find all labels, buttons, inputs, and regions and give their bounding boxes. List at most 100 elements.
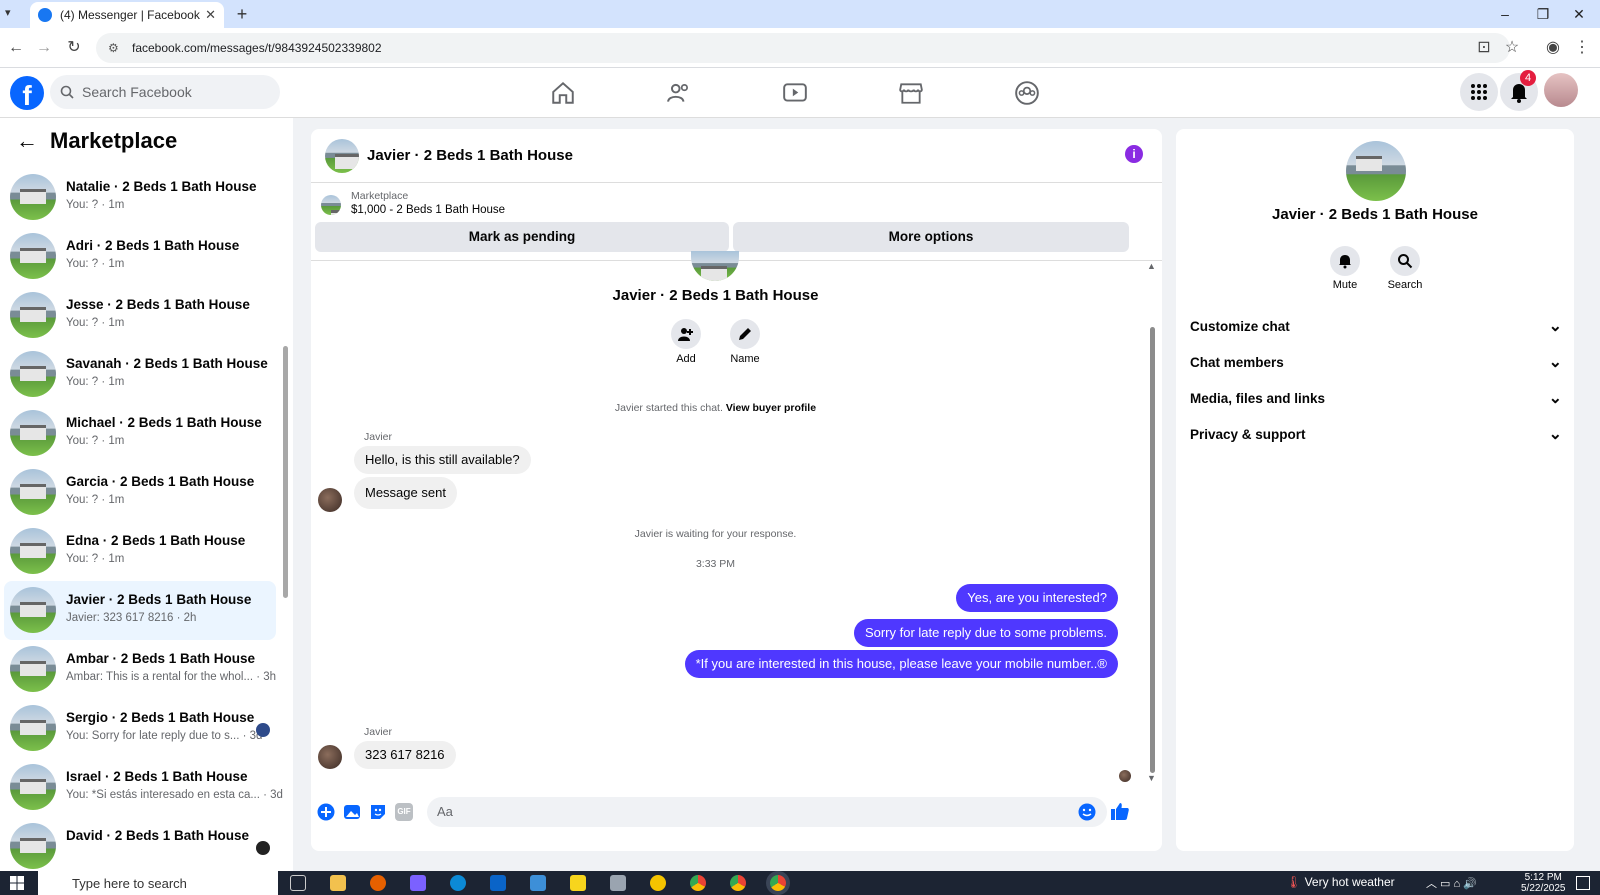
search-facebook-input[interactable]: Search Facebook [50, 75, 280, 109]
thumbs-up-icon[interactable] [1110, 801, 1130, 821]
edit-name-button[interactable] [730, 319, 760, 349]
scroll-up-icon[interactable]: ▲ [1147, 261, 1156, 271]
back-icon[interactable]: ← [6, 38, 26, 58]
conversation-item[interactable]: Jesse · 2 Beds 1 Bath House You: ? · 1m [4, 286, 276, 345]
video-icon[interactable] [782, 80, 808, 106]
conversation-item[interactable]: Adri · 2 Beds 1 Bath House You: ? · 1m [4, 227, 276, 286]
mark-as-pending-button[interactable]: Mark as pending [315, 222, 729, 252]
chat-listing-thumbnail[interactable] [325, 139, 359, 173]
browser-tab[interactable]: (4) Messenger | Facebook ✕ [30, 2, 224, 28]
taskbar-search-input[interactable]: Type here to search [38, 871, 278, 895]
conversation-preview: You: ? · 1m [66, 435, 125, 447]
chat-title[interactable]: Javier · 2 Beds 1 Bath House [367, 147, 573, 164]
minimize-icon[interactable]: – [1488, 4, 1522, 24]
reload-icon[interactable]: ↻ [64, 38, 84, 58]
bell-icon [1339, 255, 1351, 269]
plus-circle-icon[interactable] [317, 803, 335, 821]
incoming-message[interactable]: Message sent [354, 477, 457, 509]
conversation-item[interactable]: Israel · 2 Beds 1 Bath House You: *Si est… [4, 758, 283, 817]
sticky-notes-icon[interactable] [570, 875, 586, 891]
message-input[interactable]: Aa [427, 797, 1107, 827]
sender-avatar[interactable] [318, 745, 342, 769]
chat-scrollbar[interactable] [1150, 327, 1155, 773]
profile-icon[interactable]: ◉ [1543, 38, 1563, 58]
outgoing-message[interactable]: *If you are interested in this house, pl… [684, 650, 1118, 678]
app-icon[interactable] [610, 875, 626, 891]
emoji-icon[interactable] [1078, 803, 1096, 821]
forward-icon[interactable]: → [34, 38, 54, 58]
add-people-button[interactable] [671, 319, 701, 349]
firefox-icon[interactable] [370, 875, 386, 891]
conversation-name: Michael · 2 Beds 1 Bath House [66, 415, 262, 430]
view-buyer-profile-link[interactable]: View buyer profile [726, 402, 816, 414]
new-tab-icon[interactable]: + [232, 4, 252, 24]
tray-icons[interactable]: ︿ ▭ ⌂ 🔊 [1426, 875, 1477, 891]
conversation-item[interactable]: Garcia · 2 Beds 1 Bath House You: ? · 1m [4, 463, 276, 522]
details-section[interactable]: Customize chat ⌄ [1190, 310, 1562, 342]
conversation-item[interactable]: Edna · 2 Beds 1 Bath House You: ? · 1m [4, 522, 276, 581]
task-view-icon[interactable] [290, 875, 306, 891]
conversation-item[interactable]: Javier · 2 Beds 1 Bath House Javier: 323 … [4, 581, 276, 640]
outlook-icon[interactable] [490, 875, 506, 891]
conversation-scrollbar[interactable] [283, 346, 288, 598]
tab-search-chevron-icon[interactable]: ▾ [5, 6, 11, 19]
listing-photo[interactable] [1346, 141, 1406, 201]
facebook-logo-icon[interactable]: f [10, 76, 44, 110]
close-tab-icon[interactable]: ✕ [205, 7, 216, 23]
app-icon-yellow[interactable] [650, 875, 666, 891]
weather-widget[interactable]: 🌡 Very hot weather [1286, 875, 1395, 889]
back-arrow-icon[interactable]: ← [16, 128, 38, 154]
clock[interactable]: 5:12 PM 5/22/2025 [1521, 872, 1566, 894]
sender-avatar[interactable] [318, 488, 342, 512]
conversation-item[interactable]: Michael · 2 Beds 1 Bath House You: ? · 1m [4, 404, 276, 463]
conversation-item[interactable]: Sergio · 2 Beds 1 Bath House You: Sorry f… [4, 699, 276, 758]
read-receipt-avatar [1119, 770, 1131, 782]
url-bar[interactable]: ⚙ facebook.com/messages/t/98439245023398… [96, 33, 1510, 63]
conversation-preview: You: ? · 1m [66, 553, 125, 565]
scroll-down-icon[interactable]: ▼ [1147, 773, 1156, 783]
file-explorer-icon[interactable] [330, 875, 346, 891]
chrome-active-icon[interactable] [770, 875, 786, 891]
windows-start-icon[interactable] [10, 876, 24, 890]
more-options-button[interactable]: More options [733, 222, 1129, 252]
incoming-message[interactable]: 323 617 8216 [354, 741, 456, 769]
notification-center-icon[interactable] [1576, 876, 1590, 890]
chat-started-note: Javier started this chat. View buyer pro… [311, 402, 1120, 414]
bookmark-star-icon[interactable]: ☆ [1502, 38, 1522, 58]
incoming-message[interactable]: Hello, is this still available? [354, 446, 531, 474]
menu-grid-button[interactable] [1460, 73, 1498, 111]
copilot-icon[interactable] [410, 875, 426, 891]
details-section[interactable]: Chat members ⌄ [1190, 346, 1562, 378]
conversation-item[interactable]: Savanah · 2 Beds 1 Bath House You: ? · 1m [4, 345, 276, 404]
outgoing-message[interactable]: Sorry for late reply due to some problem… [853, 619, 1118, 647]
photo-icon[interactable] [343, 803, 361, 821]
store-icon[interactable] [530, 875, 546, 891]
browser-menu-icon[interactable]: ⋮ [1572, 38, 1592, 58]
info-icon[interactable]: i [1125, 145, 1143, 163]
friends-icon[interactable] [666, 80, 692, 106]
outgoing-message[interactable]: Yes, are you interested? [956, 584, 1118, 612]
listing-thumbnail [10, 823, 56, 869]
conversation-item[interactable]: Ambar · 2 Beds 1 Bath House Ambar: This i… [4, 640, 276, 699]
account-avatar[interactable] [1544, 73, 1578, 107]
groups-icon[interactable] [1014, 80, 1040, 106]
edge-icon[interactable] [450, 875, 466, 891]
details-section[interactable]: Privacy & support ⌄ [1190, 418, 1562, 450]
site-info-icon[interactable]: ⚙ [108, 41, 122, 55]
conversation-item[interactable]: David · 2 Beds 1 Bath House [4, 817, 276, 876]
mute-button[interactable] [1330, 246, 1360, 276]
search-conversation-button[interactable] [1390, 246, 1420, 276]
conversation-item[interactable]: Natalie · 2 Beds 1 Bath House You: ? · 1m [4, 168, 276, 227]
listing-price[interactable]: $1,000 - 2 Beds 1 Bath House [351, 204, 505, 216]
listing-thumbnail [10, 233, 56, 279]
chrome-icon[interactable] [730, 875, 746, 891]
home-icon[interactable] [550, 80, 576, 106]
window-close-icon[interactable]: ✕ [1562, 4, 1596, 24]
install-app-icon[interactable]: ⊡ [1474, 38, 1494, 58]
chrome-icon[interactable] [690, 875, 706, 891]
details-section[interactable]: Media, files and links ⌄ [1190, 382, 1562, 414]
sticker-icon[interactable] [369, 803, 387, 821]
restore-icon[interactable]: ❐ [1526, 4, 1560, 24]
marketplace-icon[interactable] [898, 80, 924, 106]
gif-icon[interactable]: GIF [395, 803, 413, 821]
